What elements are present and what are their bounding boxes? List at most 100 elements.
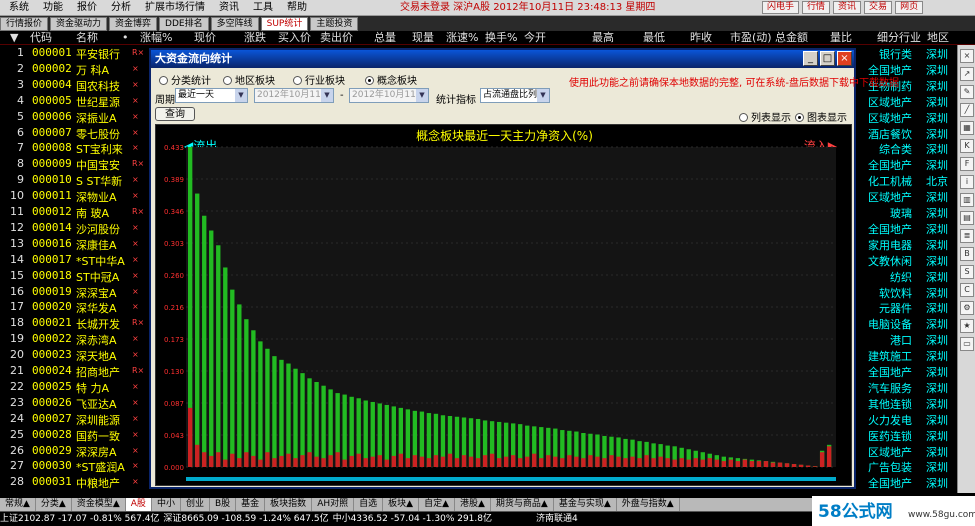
list-header-col[interactable]: 现量	[412, 31, 434, 45]
top-button[interactable]: 闪电手	[762, 1, 800, 14]
top-button[interactable]: 资讯	[833, 1, 862, 14]
bar-red[interactable]	[763, 461, 769, 467]
bar-red[interactable]	[461, 455, 467, 467]
grid2-icon[interactable]: ▤	[960, 211, 974, 225]
table-row-right[interactable]: 综合类 深圳	[862, 141, 962, 157]
table-row[interactable]: 21 000024 招商地产 R×	[0, 364, 150, 380]
table-row[interactable]: 11 000012 南 玻A R×	[0, 205, 150, 221]
bar-red[interactable]	[567, 455, 572, 467]
bar-green[interactable]	[272, 356, 277, 467]
menu-item[interactable]: 资讯	[212, 1, 246, 15]
bottom-tab[interactable]: A股	[125, 498, 152, 511]
bottom-tab[interactable]: 板块指数	[265, 498, 313, 511]
bar-red[interactable]	[511, 455, 516, 467]
bar-red[interactable]	[405, 458, 411, 467]
table-row[interactable]: 1 000001 平安银行 R×	[0, 46, 150, 62]
bar-red[interactable]	[742, 459, 748, 467]
tab-3[interactable]: DDE排名	[159, 17, 209, 31]
bar-red[interactable]	[377, 455, 382, 467]
table-row-right[interactable]: 银行类 深圳	[862, 46, 962, 62]
table-row-right[interactable]: 玻璃 深圳	[862, 205, 962, 221]
bottom-tab[interactable]: AH对照	[312, 498, 355, 511]
bar-red[interactable]	[819, 452, 825, 467]
bar-red[interactable]	[265, 452, 270, 467]
bar-red[interactable]	[784, 463, 790, 467]
bar-red[interactable]	[342, 459, 347, 467]
bar-green[interactable]	[300, 373, 305, 467]
bar-red[interactable]	[216, 452, 221, 467]
info-icon[interactable]: i	[960, 175, 974, 189]
list-header-col[interactable]: 买入价	[278, 31, 311, 45]
table-row-right[interactable]: 其他连锁 深圳	[862, 396, 962, 412]
tab-0[interactable]: 行情报价	[0, 17, 49, 31]
bar-red[interactable]	[321, 458, 326, 467]
bar-red[interactable]	[496, 458, 502, 467]
table-row-right[interactable]: 纺织 深圳	[862, 269, 962, 285]
bar-red[interactable]	[307, 452, 312, 467]
bottom-tab[interactable]: 板块▲	[383, 498, 420, 511]
bar-red[interactable]	[665, 458, 670, 467]
list-header-col[interactable]: 最低	[643, 31, 665, 45]
period-select[interactable]: 最近一天 ▼	[175, 88, 248, 103]
bar-red[interactable]	[602, 458, 607, 467]
table-row-right[interactable]: 全国地产 深圳	[862, 475, 962, 491]
bar-red[interactable]	[714, 459, 719, 467]
bar-red[interactable]	[349, 455, 354, 467]
table-row-right[interactable]: 广告包装 深圳	[862, 459, 962, 475]
bar-red[interactable]	[553, 456, 558, 467]
table-row[interactable]: 28 000031 中粮地产 ×	[0, 475, 150, 491]
bar-red[interactable]	[384, 459, 389, 467]
table-row-right[interactable]: 文教休闲 深圳	[862, 253, 962, 269]
table-row[interactable]: 12 000014 沙河股份 ×	[0, 221, 150, 237]
menu-item[interactable]: 工具	[246, 1, 280, 15]
line-icon[interactable]: ╱	[960, 103, 974, 117]
table-row[interactable]: 15 000018 ST中冠A ×	[0, 269, 150, 285]
chart-scrollbar[interactable]	[186, 477, 836, 481]
menu-item[interactable]: 功能	[36, 1, 70, 15]
query-button[interactable]: 查询	[155, 107, 195, 121]
top-button[interactable]: 网页	[895, 1, 924, 14]
bar-red[interactable]	[672, 459, 677, 467]
list-header-col[interactable]: 现价	[194, 31, 216, 45]
list-header-col[interactable]: 涨幅%	[140, 31, 172, 45]
bar-red[interactable]	[433, 455, 439, 467]
bar-red[interactable]	[581, 458, 586, 467]
bar-green[interactable]	[230, 289, 235, 467]
bar-red[interactable]	[826, 446, 832, 467]
list-header-col[interactable]: •	[122, 31, 129, 45]
bar-green[interactable]	[258, 341, 263, 467]
maximize-icon[interactable]: □	[820, 51, 835, 66]
table-row-right[interactable]: 电脑设备 深圳	[862, 316, 962, 332]
bar-red[interactable]	[644, 455, 649, 467]
star-icon[interactable]: ★	[960, 319, 974, 333]
bar-red[interactable]	[468, 456, 474, 467]
table-row[interactable]: 5 000006 深振业A ×	[0, 110, 150, 126]
bottom-tab[interactable]: 中小	[152, 498, 181, 511]
bar-red[interactable]	[791, 464, 797, 467]
bar-red[interactable]	[805, 465, 811, 467]
table-row[interactable]: 23 000026 飞亚达A ×	[0, 396, 150, 412]
bottom-tab[interactable]: 基金与实现▲	[554, 498, 617, 511]
close-icon[interactable]: ×	[837, 51, 852, 66]
bar-red[interactable]	[679, 458, 684, 467]
bar-red[interactable]	[279, 455, 284, 467]
bottom-tab[interactable]: 自选	[354, 498, 384, 511]
category-radio[interactable]: 概念板块	[365, 72, 417, 87]
table-row-right[interactable]: 全国地产 深圳	[862, 221, 962, 237]
bar-green[interactable]	[265, 348, 270, 467]
bar-green[interactable]	[384, 404, 389, 467]
list-icon[interactable]: ≣	[960, 229, 974, 243]
table-row-right[interactable]: 全国地产 深圳	[862, 364, 962, 380]
bar-green[interactable]	[237, 304, 242, 467]
pen-icon[interactable]: ✎	[960, 85, 974, 99]
bar-red[interactable]	[293, 458, 298, 467]
menu-item[interactable]: 报价	[70, 1, 104, 15]
top-button[interactable]: 交易	[864, 1, 893, 14]
minimize-icon[interactable]: _	[803, 51, 818, 66]
bar-red[interactable]	[574, 456, 579, 467]
table-row-right[interactable]: 化工机械 北京	[862, 173, 962, 189]
bar-red[interactable]	[356, 453, 361, 467]
bar-red[interactable]	[546, 455, 551, 467]
bar-red[interactable]	[244, 452, 249, 467]
bar-green[interactable]	[321, 385, 326, 467]
